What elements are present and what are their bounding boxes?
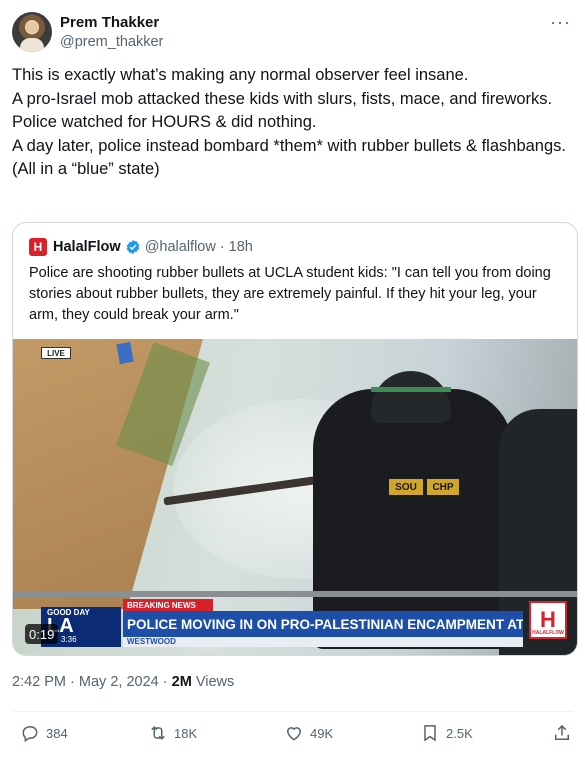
action-bar: 384 18K 49K 2.5K [12,721,573,747]
channel-logo-text: HALALFLOW [532,630,564,636]
barricade [13,591,577,597]
video-duration[interactable]: 0:19 [25,624,59,644]
author-name[interactable]: Prem Thakker [60,14,159,31]
views-separator: · [162,674,168,690]
quoted-author-handle[interactable]: @halalflow [145,239,216,255]
like-count: 49K [310,725,334,741]
quoted-tweet-text: Police are shooting rubber bullets at UC… [29,265,551,323]
tweet-text: This is exactly what’s making any normal… [12,66,566,178]
view-count: 2M [171,674,192,690]
news-lower-third: GOOD DAY LA 3:36 BREAKING NEWS POLICE MO… [13,599,577,655]
news-location: WESTWOOD [123,637,523,647]
reply-button[interactable]: 384 [20,723,68,743]
heart-icon [286,727,302,741]
quoted-author-name[interactable]: HalalFlow [53,239,121,255]
breaking-news-label: BREAKING NEWS [123,599,213,611]
news-headline: POLICE MOVING IN ON PRO-PALESTINIAN ENCA… [123,611,523,637]
show-logo-small: GOOD DAY [47,608,90,617]
video-player[interactable]: SOU CHP LIVE GOOD DAY LA 3:36 BREAKING N… [13,339,577,655]
repost-button[interactable]: 18K [148,723,197,743]
quoted-tweet-header: H HalalFlow @halalflow · 18h [29,237,253,257]
quoted-avatar[interactable]: H [29,238,47,256]
repost-count: 18K [174,725,198,741]
share-icon [555,724,569,740]
broadcast-clock: 3:36 [61,635,77,644]
bookmark-button[interactable]: 2.5K [420,723,473,743]
verified-badge-icon [126,240,139,254]
quoted-timestamp[interactable]: 18h [229,239,253,255]
tweet-timestamp-row: 2:42 PM · May 2, 2024 · 2M Views [12,674,234,690]
channel-logo: H HALALFLOW [529,601,567,639]
live-bug: LIVE [41,347,71,359]
vest-patch-chp: CHP [427,479,459,495]
reply-count: 384 [46,725,68,741]
time-separator: · [70,674,75,690]
tweet-header: Prem Thakker @prem_thakker ··· [12,12,573,54]
divider [12,711,573,712]
quoted-tweet[interactable]: H HalalFlow @halalflow · 18h Police are … [12,222,578,656]
avatar[interactable] [12,12,52,52]
like-button[interactable]: 49K [284,723,333,743]
repost-icon [151,726,165,740]
reply-icon [22,725,38,743]
helmet-stripe [371,387,451,392]
bookmark-count: 2.5K [446,725,473,741]
views-label: Views [195,674,235,690]
post-time[interactable]: 2:42 PM [12,674,66,690]
bookmark-icon [424,725,436,742]
share-button[interactable] [552,723,578,743]
meta-separator: · [219,239,225,255]
vest-patch-sou: SOU [389,479,423,495]
post-date[interactable]: May 2, 2024 [79,674,159,690]
author-handle[interactable]: @prem_thakker [60,34,163,50]
more-options-icon[interactable]: ··· [550,12,571,33]
helmet [371,371,451,423]
